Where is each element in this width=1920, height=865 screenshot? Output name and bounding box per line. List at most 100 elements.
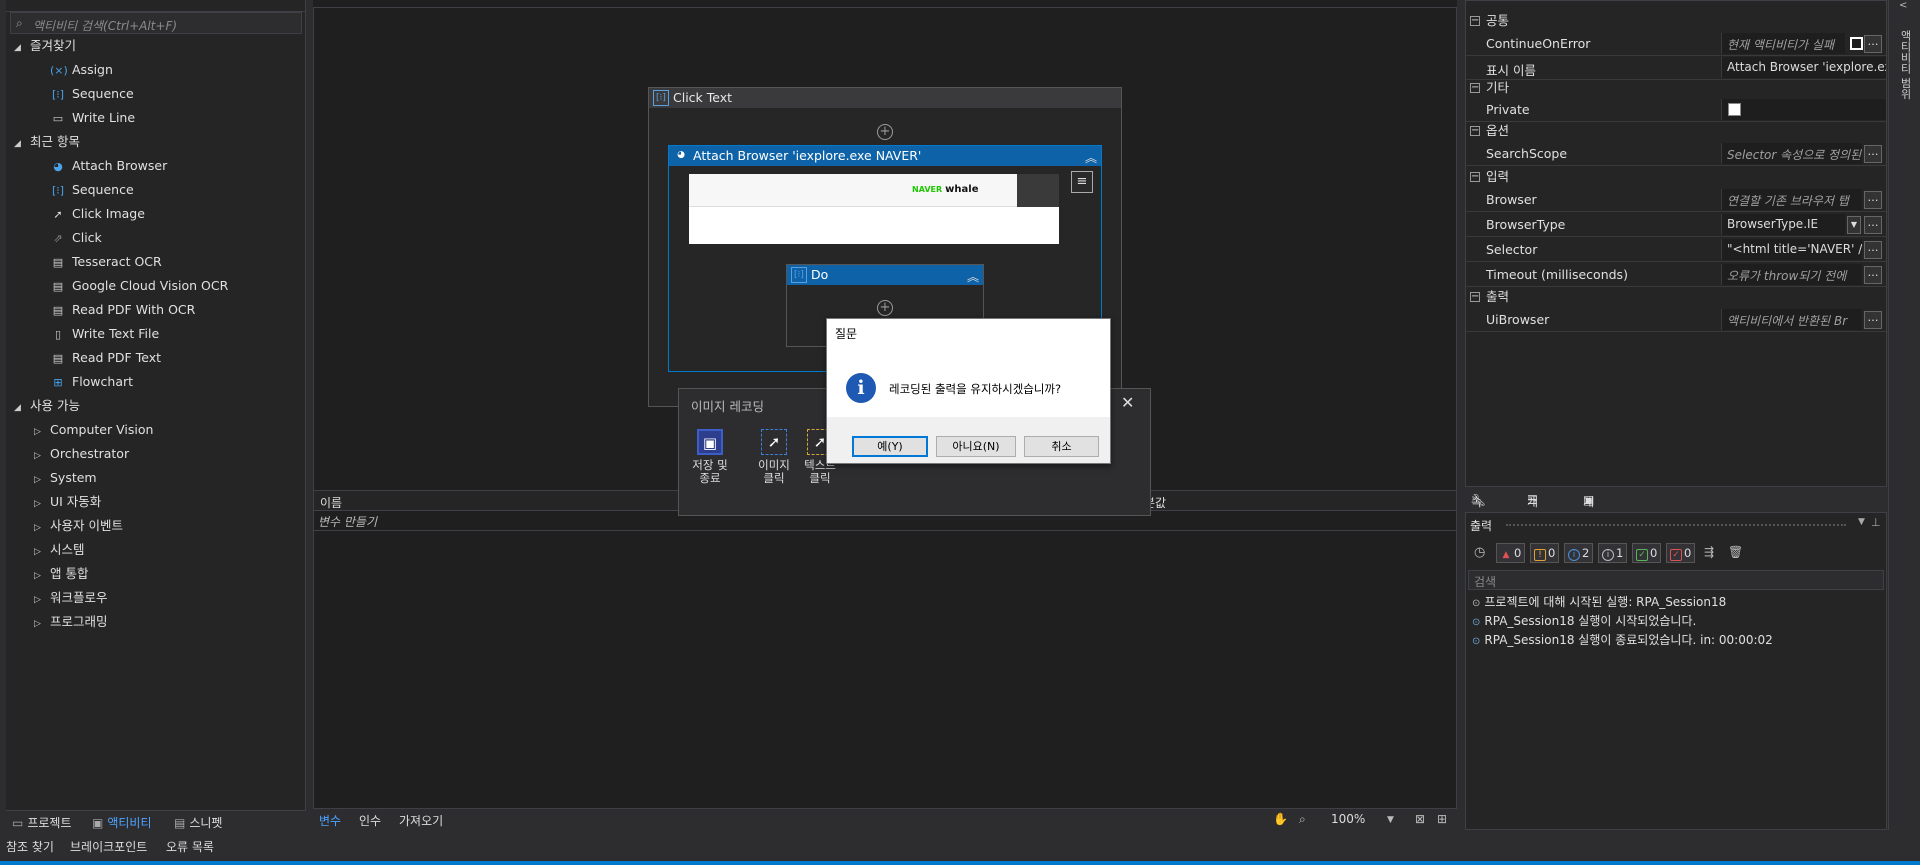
tree-item-read-pdf-text[interactable]: ▤ Read PDF Text xyxy=(50,346,161,370)
tree-group-programming[interactable]: ▷ 프로그래밍 xyxy=(34,610,108,634)
tree-group-orchestrator[interactable]: ▷ Orchestrator xyxy=(34,442,129,466)
ellipsis-button[interactable]: … xyxy=(1864,216,1882,234)
tree-group-app-integration[interactable]: ▷ 앱 통합 xyxy=(34,562,88,586)
overview-icon[interactable]: ⊞ xyxy=(1437,812,1447,826)
output-search-input[interactable]: 검색 xyxy=(1468,570,1884,590)
tab-activities[interactable]: ▣ 액티비티 xyxy=(92,814,152,831)
prop-value-input[interactable]: 현재 액티비티가 실패 xyxy=(1721,33,1845,54)
ellipsis-button[interactable]: … xyxy=(1864,241,1882,259)
prop-value-input[interactable]: "<html title='NAVER' />" xyxy=(1721,239,1862,260)
tree-item-click-image[interactable]: ➚ Click Image xyxy=(50,202,145,226)
tab-variables[interactable]: 변수 xyxy=(319,812,341,829)
wrap-lines-icon[interactable]: ⇶ xyxy=(1704,545,1714,559)
tree-item-click[interactable]: ⇗ Click xyxy=(50,226,101,250)
zoom-icon[interactable]: ⌕ xyxy=(1299,812,1306,827)
close-icon[interactable]: ✕ xyxy=(1121,393,1134,412)
ellipsis-button[interactable]: … xyxy=(1864,266,1882,284)
activity-search-input[interactable]: ⌕ 액티비티 검색(Ctrl+Alt+F) xyxy=(10,12,302,34)
tree-item-read-pdf-ocr[interactable]: ▤ Read PDF With OCR xyxy=(50,298,196,322)
category-input[interactable]: − 입력 xyxy=(1466,167,1886,187)
tree-item-sequence[interactable]: [⁝] Sequence xyxy=(50,178,134,202)
tree-group-recent[interactable]: ◢ 최근 항목 xyxy=(14,130,80,154)
tab-breakpoints[interactable]: 브레이크포인트 xyxy=(70,838,147,855)
collapse-icon[interactable]: ︽ xyxy=(967,267,979,287)
category-misc[interactable]: − 기타 xyxy=(1466,78,1886,98)
do-header[interactable]: [⁝] Do ︽ xyxy=(787,265,983,285)
prop-value-input[interactable]: 오류가 throw되기 전에 xyxy=(1721,264,1862,285)
private-checkbox[interactable] xyxy=(1728,103,1741,116)
tree-item-label: Sequence xyxy=(72,182,134,197)
tab-activity-scope[interactable]: 액티비티 범위 xyxy=(1897,30,1913,100)
tab-project[interactable]: ▭ 프로젝트 xyxy=(12,814,72,831)
menu-icon[interactable]: ≡ xyxy=(1071,171,1093,193)
tree-item-write-line[interactable]: ▭ Write Line xyxy=(50,106,135,130)
tree-group-computer-vision[interactable]: ▷ Computer Vision xyxy=(34,418,153,442)
add-activity-icon[interactable]: + xyxy=(877,124,893,140)
filter-info[interactable]: i2 xyxy=(1564,543,1594,563)
log-entry[interactable]: ⊙ RPA_Session18 실행이 시작되었습니다. xyxy=(1472,612,1696,629)
save-and-exit-button[interactable]: ▣ 저장 및 종료 xyxy=(687,429,733,485)
tree-group-ui-automation[interactable]: ▷ UI 자동화 xyxy=(34,490,101,514)
tab-arguments[interactable]: 인수 xyxy=(359,812,381,829)
clock-icon[interactable]: ◷ xyxy=(1474,545,1485,560)
tree-group-favorites[interactable]: ◢ 즐겨찾기 xyxy=(14,34,76,58)
tree-group-system-kr[interactable]: ▷ 시스템 xyxy=(34,538,85,562)
chevron-down-icon[interactable]: ▼ xyxy=(1858,517,1865,527)
tree-item-sequence[interactable]: [⁝] Sequence xyxy=(50,82,134,106)
tree-item-assign[interactable]: (×) Assign xyxy=(50,58,113,82)
tree-group-workflow[interactable]: ▷ 워크플로우 xyxy=(34,586,108,610)
prop-value-input[interactable]: 연결할 기존 브라우저 탭 xyxy=(1721,189,1862,210)
checkbox[interactable] xyxy=(1850,37,1863,50)
filter-errors[interactable]: ▲ 0 xyxy=(1496,543,1526,563)
pin-icon[interactable]: ⊥ xyxy=(1871,516,1881,529)
click-text-header[interactable]: [⁝] Click Text xyxy=(649,88,1121,108)
add-activity-icon[interactable]: + xyxy=(877,300,893,316)
tree-item-write-text-file[interactable]: ▯ Write Text File xyxy=(50,322,159,346)
tree-item-attach-browser[interactable]: ◕ Attach Browser xyxy=(50,154,167,178)
chevron-left-icon[interactable]: < xyxy=(1899,0,1907,11)
prop-value-input[interactable]: Attach Browser 'iexplore.exe xyxy=(1721,57,1886,78)
filter-success[interactable]: ✓ 0 xyxy=(1632,543,1662,563)
tree-group-user-events[interactable]: ▷ 사용자 이벤트 xyxy=(34,514,123,538)
ellipsis-button[interactable]: … xyxy=(1864,311,1882,329)
prop-value-input[interactable]: 액티비티에서 반환된 Br xyxy=(1721,309,1862,330)
tree-item-google-ocr[interactable]: ▤ Google Cloud Vision OCR xyxy=(50,274,228,298)
tab-find-references[interactable]: 참조 찾기 xyxy=(6,838,54,855)
browser-type-select[interactable]: BrowserType.IE xyxy=(1721,214,1845,235)
trash-icon[interactable]: 🗑︎ xyxy=(1728,545,1743,559)
no-button[interactable]: 아니요(N) xyxy=(936,436,1016,457)
filter-warnings[interactable]: ! 0 xyxy=(1530,543,1560,563)
filter-trace[interactable]: i1 xyxy=(1598,543,1628,563)
category-common[interactable]: − 공통 xyxy=(1466,11,1886,31)
tree-item-flowchart[interactable]: ⊞ Flowchart xyxy=(50,370,133,394)
chevron-down-icon[interactable]: ▼ xyxy=(1847,216,1861,234)
pan-icon[interactable]: ✋ xyxy=(1273,812,1288,826)
filter-fail[interactable]: ✓ 0 xyxy=(1666,543,1696,563)
category-options[interactable]: − 옵션 xyxy=(1466,121,1886,141)
tree-group-system[interactable]: ▷ System xyxy=(34,466,97,490)
column-name-header[interactable]: 이름 xyxy=(320,494,342,511)
activity-title: Attach Browser 'iexplore.exe NAVER' xyxy=(693,148,922,163)
log-entry[interactable]: ⊙ RPA_Session18 실행이 종료되었습니다. in: 00:00:02 xyxy=(1472,631,1773,648)
category-output[interactable]: − 출력 xyxy=(1466,287,1886,307)
create-variable-link[interactable]: 변수 만들기 xyxy=(318,513,377,530)
tab-snippets[interactable]: ▤ 스니펫 xyxy=(174,814,222,831)
attach-browser-header[interactable]: ◕ Attach Browser 'iexplore.exe NAVER' ︽ xyxy=(669,146,1101,166)
prop-value-input[interactable]: Selector 속성으로 정의된 xyxy=(1721,143,1862,164)
click-image-button[interactable]: ➚ 이미지 클릭 xyxy=(751,429,797,485)
zoom-level[interactable]: 100% xyxy=(1331,812,1365,826)
tab-error-list[interactable]: 오류 목록 xyxy=(166,838,214,855)
tree-group-available[interactable]: ◢ 사용 가능 xyxy=(14,394,80,418)
tab-imports[interactable]: 가져오기 xyxy=(399,812,443,829)
collapse-icon[interactable]: ︽ xyxy=(1085,148,1097,168)
attach-browser-icon: ◕ xyxy=(53,159,63,173)
fit-screen-icon[interactable]: ⊠ xyxy=(1415,812,1425,826)
ellipsis-button[interactable]: … xyxy=(1864,35,1882,53)
chevron-down-icon[interactable]: ▼ xyxy=(1387,815,1394,825)
log-entry[interactable]: ⊙ 프로젝트에 대해 시작된 실행: RPA_Session18 xyxy=(1472,593,1726,610)
tree-item-tesseract-ocr[interactable]: ▤ Tesseract OCR xyxy=(50,250,162,274)
yes-button[interactable]: 예(Y) xyxy=(852,436,928,457)
ellipsis-button[interactable]: … xyxy=(1864,191,1882,209)
ellipsis-button[interactable]: … xyxy=(1864,145,1882,163)
cancel-button[interactable]: 취소 xyxy=(1024,436,1099,457)
